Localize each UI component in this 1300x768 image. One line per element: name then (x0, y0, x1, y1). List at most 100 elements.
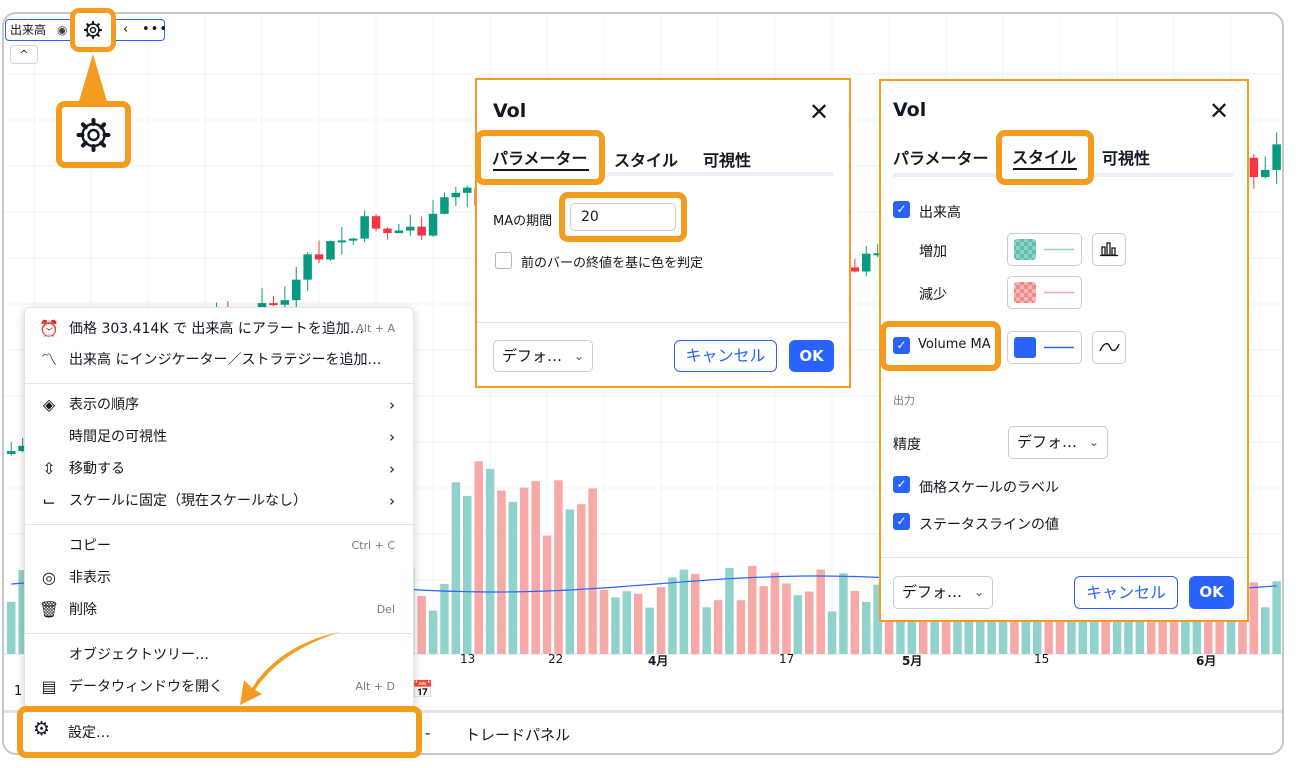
defaults-dropdown[interactable]: デフォ… ⌄ (493, 340, 593, 372)
defaults-dropdown[interactable]: デフォ… ⌄ (893, 576, 993, 609)
menu-item-label: 設定… (68, 725, 110, 741)
volume-bar (440, 583, 449, 654)
candle-body (440, 197, 449, 214)
volume-bar (428, 610, 438, 654)
menu-item-label: 出来高 にインジケーター／ストラテジーを追加… (69, 352, 382, 368)
increase-swatch-preview (1014, 239, 1074, 260)
menu-item-delete[interactable]: 🗑 削除 Del (25, 595, 415, 625)
volume-bar (645, 607, 654, 654)
volume-bar (531, 481, 540, 654)
chevron-right-icon: › (389, 396, 395, 414)
candle-body (371, 216, 381, 229)
precision-dropdown[interactable]: デフォ… ⌄ (1008, 426, 1108, 459)
volume-bar (7, 601, 16, 654)
axis-tick-label: 5月 (902, 654, 923, 668)
menu-item-settings[interactable]: ⚙ 設定… (17, 706, 422, 758)
volume-bar (497, 490, 506, 654)
collapse-legend-button[interactable]: ^ (10, 45, 38, 64)
close-icon[interactable]: ✕ (1209, 99, 1229, 123)
tab-style-label: スタイル (1012, 148, 1077, 167)
volume-bar (451, 482, 461, 654)
menu-item-shortcut: Del (376, 603, 395, 616)
volume-bar (474, 461, 483, 654)
volume-bar (520, 487, 529, 654)
candle-body (463, 187, 472, 193)
eye-icon[interactable]: ◉ (57, 20, 67, 40)
tab-parameters[interactable]: パラメーター (893, 145, 989, 169)
volume-bar (827, 611, 837, 654)
tab-style[interactable]: スタイル (614, 147, 678, 171)
volume-bar (588, 488, 597, 654)
menu-item-label: 非表示 (69, 570, 111, 586)
decrease-swatch-preview (1014, 282, 1074, 303)
menu-item-pin-scale[interactable]: ⌙ スケールに固定（現在スケールなし） › (25, 486, 415, 516)
tab-parameters-label: パラメーター (492, 149, 588, 168)
ma-period-label: MAの期間 (493, 214, 553, 229)
cancel-button[interactable]: キャンセル (674, 340, 777, 372)
cancel-button[interactable]: キャンセル (1074, 576, 1178, 609)
status-line-checkbox[interactable]: ✓ (893, 513, 910, 530)
close-icon[interactable]: ✕ (809, 100, 829, 124)
volume-checkbox[interactable]: ✓ (893, 201, 910, 218)
trade-panel-tab[interactable]: トレードパネル (465, 724, 570, 745)
menu-item-move[interactable]: ⇳ 移動する › (25, 454, 415, 484)
increase-color-swatch[interactable] (1007, 233, 1082, 266)
menu-item-add-alert[interactable]: ⏰ 価格 303.414K で 出来高 にアラートを追加… Alt + A (25, 314, 415, 344)
menu-divider (25, 633, 415, 634)
menu-item-hide[interactable]: ◎ 非表示 (25, 563, 415, 593)
menu-item-object-tree[interactable]: オブジェクトツリー… (25, 640, 415, 670)
tab-style[interactable]: スタイル (996, 130, 1094, 185)
candle-body (360, 216, 369, 239)
decrease-label: 減少 (919, 287, 947, 303)
decrease-color-swatch[interactable] (1007, 276, 1082, 309)
volume-bar (485, 468, 495, 654)
menu-item-data-window[interactable]: ▤ データウィンドウを開く Alt + D (25, 672, 415, 702)
volume-bar (1249, 582, 1259, 654)
line-style-button[interactable] (1092, 331, 1126, 364)
menu-divider (25, 383, 415, 384)
candle-body (394, 230, 404, 234)
volume-bar (850, 590, 860, 654)
price-scale-label-checkbox[interactable]: ✓ (893, 476, 910, 493)
volume-ma-checkbox[interactable]: ✓ (893, 337, 910, 354)
context-menu: ⏰ 価格 303.414K で 出来高 にアラートを追加… Alt + A 〽 … (24, 307, 415, 751)
menu-item-copy[interactable]: コピー Ctrl + C (25, 531, 415, 561)
legend-settings-highlight[interactable] (70, 8, 116, 52)
more-icon[interactable]: ••• (142, 20, 168, 40)
color-by-prev-close-checkbox[interactable] (495, 252, 512, 269)
menu-item-label: 表示の順序 (69, 397, 139, 413)
candle-body (383, 228, 392, 234)
ma-period-input[interactable]: 20 (570, 203, 676, 231)
menu-item-timeframe-visibility[interactable]: 時間足の可視性 › (25, 422, 415, 452)
chevron-right-icon: › (389, 460, 395, 478)
volume-bar (599, 589, 609, 654)
menu-item-add-indicator[interactable]: 〽 出来高 にインジケーター／ストラテジーを追加… (25, 345, 415, 375)
tab-parameters[interactable]: パラメーター (475, 130, 605, 185)
ok-button[interactable]: OK (1189, 576, 1234, 609)
calendar-icon[interactable]: 📅 (412, 680, 433, 700)
volume-ma-highlight: ✓ Volume MA (880, 321, 1001, 371)
volume-label: 出来高 (919, 205, 961, 221)
volume-ma-swatch-preview (1014, 337, 1074, 358)
tab-visibility[interactable]: 可視性 (703, 147, 751, 171)
volume-bar (805, 591, 814, 654)
volume-bar (748, 565, 757, 654)
layers-icon: ◈ (42, 395, 56, 414)
candle-body (314, 254, 324, 260)
alarm-clock-icon: ⏰ (39, 319, 59, 338)
volume-ma-color-swatch[interactable] (1007, 331, 1082, 364)
ok-button[interactable]: OK (789, 340, 834, 372)
bar-style-button[interactable] (1092, 233, 1126, 266)
chevron-left-icon[interactable]: ‹ (123, 20, 128, 40)
active-tab-underline (1013, 168, 1077, 170)
chevron-right-icon: › (389, 492, 395, 510)
timeframe-fragment[interactable]: 1 (14, 684, 22, 699)
tab-visibility[interactable]: 可視性 (1102, 145, 1150, 169)
chevron-down-icon: ⌄ (1088, 435, 1099, 449)
menu-item-display-order[interactable]: ◈ 表示の順序 › (25, 390, 415, 420)
menu-item-label: 移動する (69, 461, 125, 477)
axis-tick-label: 6月 (1196, 654, 1217, 668)
dialog-footer-divider (477, 322, 849, 323)
volume-bar (839, 573, 848, 654)
precision-value: デフォ… (1017, 433, 1078, 451)
